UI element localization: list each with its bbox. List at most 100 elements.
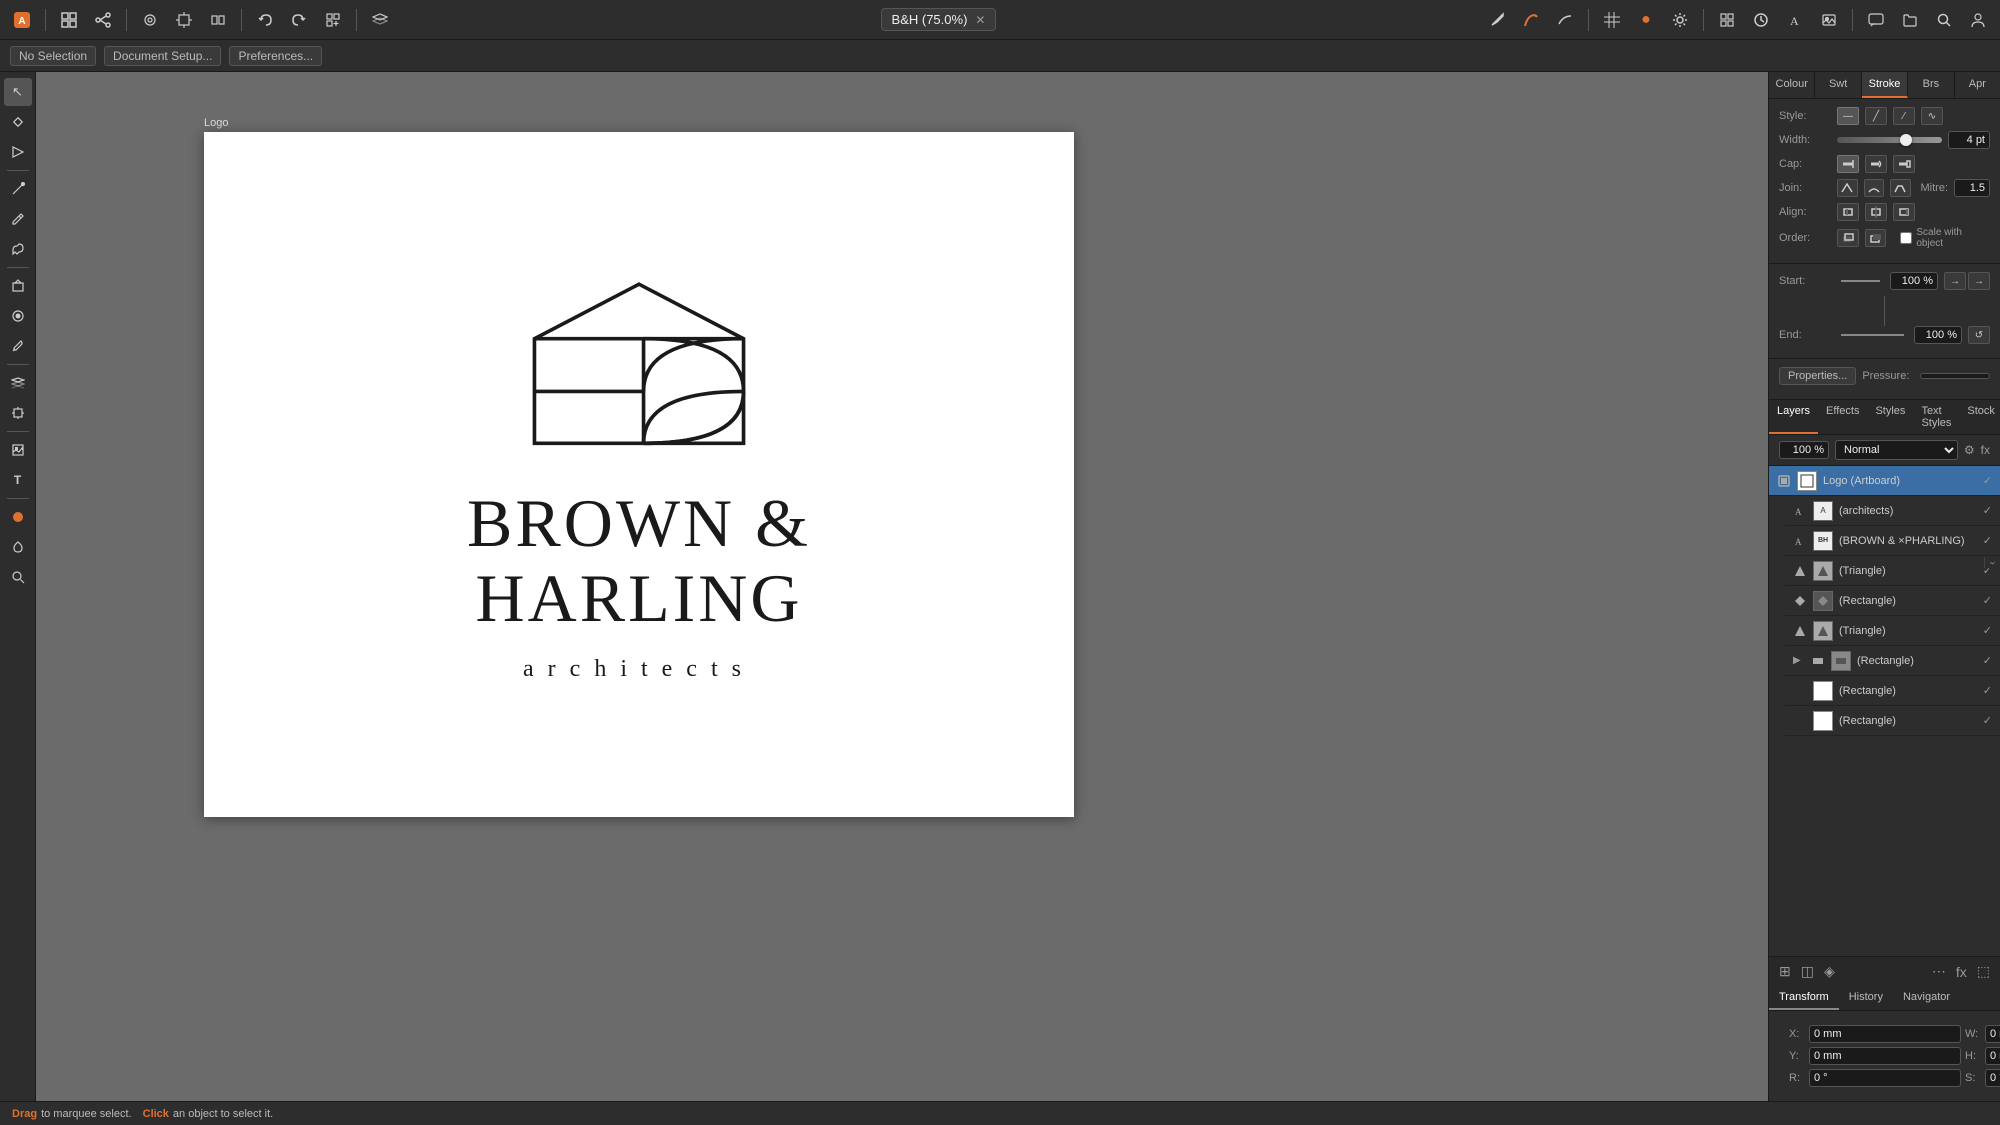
- order-fill-over-btn[interactable]: [1837, 229, 1859, 247]
- end-pct-input[interactable]: [1914, 326, 1962, 344]
- zoom-tool[interactable]: [4, 563, 32, 591]
- pen-tool[interactable]: [4, 175, 32, 203]
- end-refresh-btn[interactable]: ↺: [1968, 326, 1990, 344]
- export-icon[interactable]: [1713, 6, 1741, 34]
- layer-fx-icon[interactable]: fx: [1981, 443, 1990, 457]
- x-input[interactable]: [1809, 1025, 1961, 1043]
- share-icon[interactable]: [89, 6, 117, 34]
- tab-stock[interactable]: Stock: [1959, 400, 2000, 434]
- pencil-tool[interactable]: [4, 205, 32, 233]
- properties-btn[interactable]: Properties...: [1779, 367, 1856, 385]
- preferences-btn[interactable]: Preferences...: [229, 46, 322, 66]
- tab-colour[interactable]: Colour: [1769, 72, 1815, 98]
- image-tool[interactable]: [4, 436, 32, 464]
- layer-item-architects[interactable]: A A (architects) ✓: [1785, 496, 2000, 526]
- add-fx-icon[interactable]: ◫: [1799, 961, 1816, 982]
- document-setup-btn[interactable]: Document Setup...: [104, 46, 221, 66]
- triangle1-vis[interactable]: [1793, 564, 1807, 578]
- tab-stroke[interactable]: Stroke: [1862, 72, 1908, 98]
- paint-tool[interactable]: [4, 533, 32, 561]
- folder-icon[interactable]: [1896, 6, 1924, 34]
- h-input[interactable]: [1985, 1047, 2000, 1065]
- start-pct-input[interactable]: [1890, 272, 1938, 290]
- snap-icon[interactable]: [319, 6, 347, 34]
- brush-tool-icon[interactable]: ●: [1632, 6, 1660, 34]
- y-input[interactable]: [1809, 1047, 1961, 1065]
- layer-item-brown[interactable]: A BH (BROWN & ×PHARLING) ✓: [1785, 526, 2000, 556]
- style-dot-btn[interactable]: ⁄: [1893, 107, 1915, 125]
- layer-item-triangle2[interactable]: (Triangle) ✓: [1785, 616, 2000, 646]
- rect3-vis[interactable]: [1793, 684, 1807, 698]
- user-icon[interactable]: [1964, 6, 1992, 34]
- join-miter-btn[interactable]: [1837, 179, 1858, 197]
- tab-swt[interactable]: Swt: [1815, 72, 1861, 98]
- rect2-vis[interactable]: [1811, 654, 1825, 668]
- app-icon[interactable]: A: [8, 6, 36, 34]
- rect4-vis[interactable]: [1793, 714, 1807, 728]
- layer-item-rect2[interactable]: ▶ (Rectangle) ✓: [1785, 646, 2000, 676]
- layer-gear-icon[interactable]: ⚙: [1964, 443, 1975, 457]
- layer-options-icon[interactable]: ⋯: [1930, 961, 1948, 982]
- layers-tool[interactable]: [4, 369, 32, 397]
- layer-delete-icon[interactable]: fx: [1954, 962, 1969, 982]
- redo-icon[interactable]: [285, 6, 313, 34]
- view-icon[interactable]: [136, 6, 164, 34]
- transform-tool[interactable]: [4, 138, 32, 166]
- tab-navigator[interactable]: Navigator: [1893, 986, 1960, 1010]
- grid-icon[interactable]: [55, 6, 83, 34]
- add-layer-icon[interactable]: ⊞: [1777, 961, 1793, 982]
- artboard-tool[interactable]: [4, 399, 32, 427]
- mitre-input[interactable]: [1954, 179, 1990, 197]
- width-input[interactable]: [1948, 131, 1990, 149]
- layer-item-rect3[interactable]: (Rectangle) ✓: [1785, 676, 2000, 706]
- panel-collapse-tab[interactable]: ›: [1984, 557, 2000, 568]
- scale-with-object-label[interactable]: Scale with object: [1900, 227, 1990, 249]
- pointer-tool[interactable]: ↖: [4, 78, 32, 106]
- rect2-expand[interactable]: ▶: [1793, 655, 1805, 666]
- tab-effects[interactable]: Effects: [1818, 400, 1867, 434]
- history-icon[interactable]: [1747, 6, 1775, 34]
- scale-with-object-check[interactable]: [1900, 232, 1912, 244]
- eyedropper-tool[interactable]: [4, 332, 32, 360]
- fill-tool[interactable]: [4, 302, 32, 330]
- s-input[interactable]: [1985, 1069, 2000, 1087]
- chat-icon[interactable]: [1862, 6, 1890, 34]
- start-arrow-left[interactable]: →: [1944, 272, 1966, 290]
- pixel-icon[interactable]: [204, 6, 232, 34]
- draw-tool-icon[interactable]: [1517, 6, 1545, 34]
- align-inside-btn[interactable]: [1837, 203, 1859, 221]
- tab-layers[interactable]: Layers: [1769, 400, 1818, 434]
- node-tool[interactable]: [4, 108, 32, 136]
- no-selection-btn[interactable]: No Selection: [10, 46, 96, 66]
- layer-item-rect1[interactable]: (Rectangle) ✓: [1785, 586, 2000, 616]
- join-round-btn[interactable]: [1864, 179, 1885, 197]
- align-outside-btn[interactable]: [1893, 203, 1915, 221]
- typography-icon[interactable]: A: [1781, 6, 1809, 34]
- style-dash-btn[interactable]: ╱: [1865, 107, 1887, 125]
- layer-duplicate-icon[interactable]: ⬚: [1975, 961, 1992, 982]
- cap-round-btn[interactable]: [1865, 155, 1887, 173]
- artboard-icon[interactable]: [170, 6, 198, 34]
- brown-vis[interactable]: A: [1793, 534, 1807, 548]
- color-tool[interactable]: [4, 503, 32, 531]
- pen-tool-icon[interactable]: [1483, 6, 1511, 34]
- undo-icon[interactable]: [251, 6, 279, 34]
- layer-item-artboard[interactable]: Logo (Artboard) ✓: [1769, 466, 2000, 496]
- layers-btn-icon[interactable]: [366, 6, 394, 34]
- layer-item-rect4[interactable]: (Rectangle) ✓: [1785, 706, 2000, 736]
- style-solid-btn[interactable]: —: [1837, 107, 1859, 125]
- tab-styles[interactable]: Styles: [1867, 400, 1913, 434]
- tab-apr[interactable]: Apr: [1955, 72, 2000, 98]
- shape-tool[interactable]: [4, 272, 32, 300]
- cap-square-btn[interactable]: [1893, 155, 1915, 173]
- grid2-icon[interactable]: [1598, 6, 1626, 34]
- title-close-btn[interactable]: ✕: [975, 13, 985, 27]
- style-custom-btn[interactable]: ∿: [1921, 107, 1943, 125]
- artboard-vis-toggle[interactable]: [1777, 474, 1791, 488]
- layer-mask-icon[interactable]: ◈: [1822, 961, 1837, 982]
- architects-vis[interactable]: A: [1793, 504, 1807, 518]
- opacity-input[interactable]: [1779, 441, 1829, 459]
- curve-icon[interactable]: [1551, 6, 1579, 34]
- text-tool[interactable]: T: [4, 466, 32, 494]
- start-arrow-right[interactable]: →: [1968, 272, 1990, 290]
